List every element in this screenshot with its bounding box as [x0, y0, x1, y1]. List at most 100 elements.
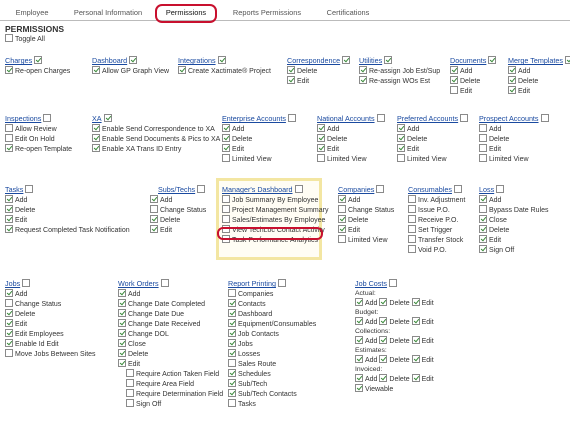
- checkbox[interactable]: [408, 225, 416, 233]
- section-header-link[interactable]: Enterprise Accounts: [222, 114, 298, 124]
- permission-item[interactable]: Delete: [397, 134, 470, 144]
- checkbox[interactable]: [408, 215, 416, 223]
- section-header-link[interactable]: Tasks: [5, 185, 35, 195]
- permission-item[interactable]: Sub/Tech: [228, 379, 316, 389]
- permission-item[interactable]: Add Delete Edit: [355, 317, 434, 327]
- checkbox[interactable]: [408, 195, 416, 203]
- checkbox[interactable]: [126, 399, 134, 407]
- permission-item[interactable]: Issue P.O.: [408, 205, 465, 215]
- checked-checkbox[interactable]: [450, 76, 458, 84]
- permission-item[interactable]: Losses: [228, 349, 316, 359]
- checked-checkbox[interactable]: [338, 225, 346, 233]
- permission-item[interactable]: Set Trigger: [408, 225, 465, 235]
- permission-item[interactable]: Add: [508, 66, 570, 76]
- permission-item[interactable]: Void P.O.: [408, 245, 465, 255]
- permission-item[interactable]: Limited View: [317, 154, 387, 164]
- section-header-link[interactable]: Preferred Accounts: [397, 114, 470, 124]
- permission-item[interactable]: Delete: [150, 215, 207, 225]
- checkbox[interactable]: [408, 205, 416, 213]
- checkbox[interactable]: [408, 235, 416, 243]
- section-header-link[interactable]: Subs/Techs: [158, 185, 207, 195]
- checked-checkbox[interactable]: [450, 66, 458, 74]
- tab-reports-permissions[interactable]: Reports Permissions: [224, 6, 310, 21]
- permission-item[interactable]: Sales/Estimates By Employee: [222, 215, 328, 225]
- permission-item[interactable]: Re-open Charges: [5, 66, 70, 76]
- section-header-link[interactable]: Integrations: [178, 56, 228, 66]
- checked-checkbox[interactable]: [5, 195, 13, 203]
- permission-item[interactable]: Change Status: [150, 205, 207, 215]
- section-header-link[interactable]: Inspections: [5, 114, 53, 124]
- permission-item[interactable]: Add: [479, 195, 549, 205]
- permission-item[interactable]: Receive P.O.: [408, 215, 465, 225]
- checkbox[interactable]: [479, 124, 487, 132]
- permission-item[interactable]: Companies: [228, 289, 316, 299]
- permission-item[interactable]: Edit Employees: [5, 329, 96, 339]
- checked-checkbox[interactable]: [103, 114, 112, 122]
- permission-item[interactable]: Change DOL: [118, 329, 223, 339]
- checked-checkbox[interactable]: [411, 355, 420, 363]
- permission-item[interactable]: Close: [118, 339, 223, 349]
- checkbox[interactable]: [150, 205, 158, 213]
- permission-item[interactable]: Limited View: [479, 154, 551, 164]
- checked-checkbox[interactable]: [217, 56, 226, 64]
- permission-item[interactable]: Re-assign WOs Est: [359, 76, 440, 86]
- checked-checkbox[interactable]: [222, 124, 230, 132]
- permission-item[interactable]: Limited View: [397, 154, 470, 164]
- toggle-all[interactable]: Toggle All: [5, 34, 45, 44]
- checked-checkbox[interactable]: [479, 245, 487, 253]
- checked-checkbox[interactable]: [150, 225, 158, 233]
- checkbox[interactable]: [496, 185, 505, 193]
- permission-item[interactable]: Add Delete Edit: [355, 336, 434, 346]
- checked-checkbox[interactable]: [317, 134, 325, 142]
- checkbox[interactable]: [277, 279, 286, 287]
- permission-item[interactable]: Delete: [338, 215, 394, 225]
- permission-item[interactable]: Edit: [397, 144, 470, 154]
- checkbox[interactable]: [408, 245, 416, 253]
- permission-item[interactable]: Move Jobs Between Sites: [5, 349, 96, 359]
- checked-checkbox[interactable]: [379, 374, 388, 382]
- checked-checkbox[interactable]: [411, 374, 420, 382]
- checked-checkbox[interactable]: [565, 56, 570, 64]
- permission-item[interactable]: Add: [317, 124, 387, 134]
- checked-checkbox[interactable]: [379, 336, 388, 344]
- checkbox[interactable]: [160, 279, 169, 287]
- permission-item[interactable]: Delete: [222, 134, 298, 144]
- checked-checkbox[interactable]: [178, 66, 186, 74]
- checkbox[interactable]: [197, 185, 206, 193]
- permission-item[interactable]: Equipment/Consumables: [228, 319, 316, 329]
- permission-item[interactable]: Dashboard: [228, 309, 316, 319]
- checked-checkbox[interactable]: [222, 134, 230, 142]
- permission-item[interactable]: Edit: [450, 86, 498, 96]
- permission-item[interactable]: Edit: [222, 144, 298, 154]
- permission-item[interactable]: Limited View: [222, 154, 298, 164]
- checked-checkbox[interactable]: [118, 339, 126, 347]
- checkbox[interactable]: [126, 379, 134, 387]
- checked-checkbox[interactable]: [228, 339, 236, 347]
- permission-item[interactable]: Edit: [479, 144, 551, 154]
- checked-checkbox[interactable]: [92, 144, 100, 152]
- checkbox[interactable]: [228, 359, 236, 367]
- checked-checkbox[interactable]: [508, 66, 516, 74]
- permission-item[interactable]: Jobs: [228, 339, 316, 349]
- checked-checkbox[interactable]: [150, 215, 158, 223]
- checked-checkbox[interactable]: [34, 56, 43, 64]
- permission-item[interactable]: Add: [450, 66, 498, 76]
- checked-checkbox[interactable]: [118, 349, 126, 357]
- permission-item[interactable]: Change Date Completed: [118, 299, 223, 309]
- section-header-link[interactable]: XA: [92, 114, 114, 124]
- checkbox[interactable]: [222, 195, 230, 203]
- checked-checkbox[interactable]: [92, 134, 100, 142]
- permission-item[interactable]: Delete: [118, 349, 223, 359]
- permission-item[interactable]: Delete: [287, 66, 352, 76]
- checked-checkbox[interactable]: [228, 309, 236, 317]
- checkbox[interactable]: [450, 86, 458, 94]
- checked-checkbox[interactable]: [118, 309, 126, 317]
- permission-item[interactable]: Add: [222, 124, 298, 134]
- checkbox[interactable]: [5, 134, 13, 142]
- checkbox[interactable]: [222, 154, 230, 162]
- checked-checkbox[interactable]: [5, 225, 13, 233]
- checkbox[interactable]: [43, 114, 52, 122]
- checkbox[interactable]: [479, 154, 487, 162]
- permission-item[interactable]: Edit: [338, 225, 394, 235]
- section-header-link[interactable]: Manager's Dashboard: [222, 185, 305, 195]
